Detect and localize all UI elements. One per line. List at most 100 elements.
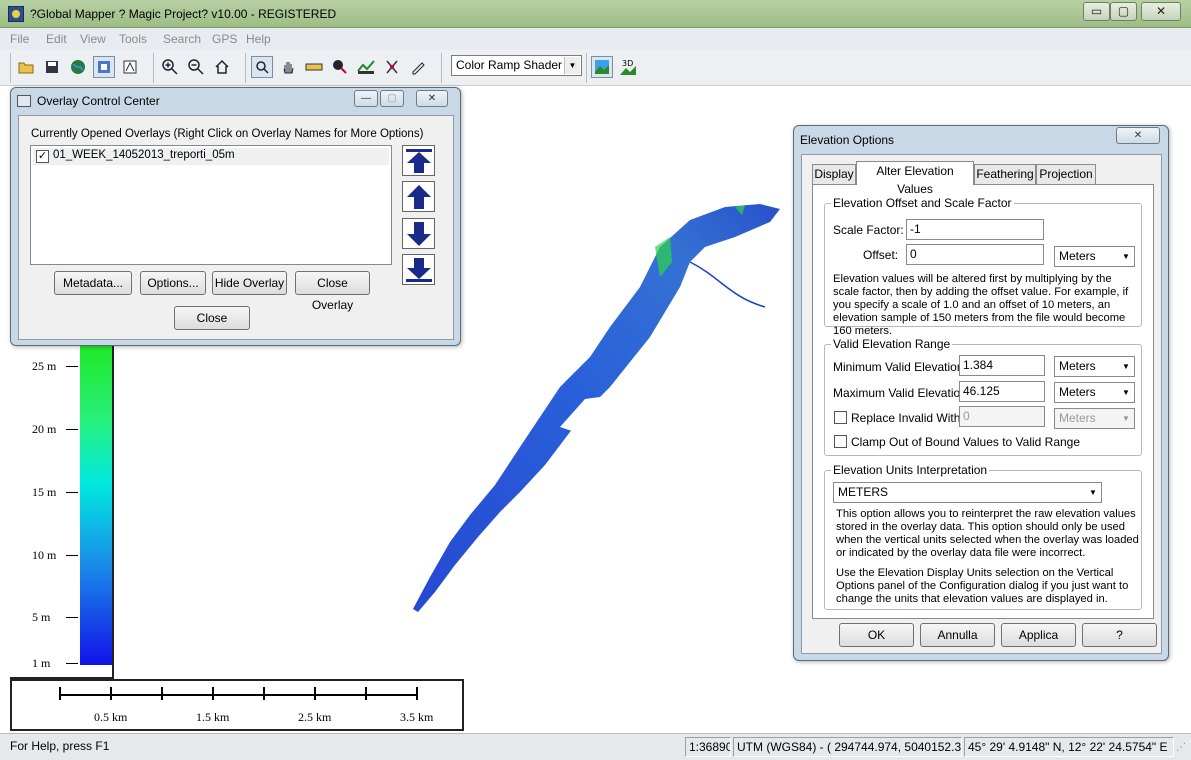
help-button[interactable]: ?: [1082, 623, 1157, 647]
info-tool-icon[interactable]: [329, 56, 351, 78]
toolbar-separator: [153, 53, 154, 83]
menu-view[interactable]: View: [80, 32, 106, 46]
tab-display[interactable]: Display: [812, 164, 856, 184]
toolbar-separator: [10, 53, 11, 83]
ok-button[interactable]: OK: [839, 623, 914, 647]
global-mapper-logo-icon[interactable]: [8, 6, 24, 22]
menu-tools[interactable]: Tools: [119, 32, 147, 46]
shader-settings-icon[interactable]: [591, 56, 613, 78]
overlay-list[interactable]: ✓ 01_WEEK_14052013_treporti_05m: [30, 145, 392, 265]
close-overlay-button[interactable]: Close Overlay: [295, 271, 370, 312]
move-down-icon[interactable]: [402, 218, 435, 249]
overlay-visible-checkbox[interactable]: ✓: [36, 150, 49, 163]
elevation-units-select[interactable]: METERS ▼: [833, 482, 1102, 503]
chevron-down-icon[interactable]: ▼: [1119, 358, 1133, 375]
tab-feathering[interactable]: Feathering: [974, 164, 1036, 184]
home-icon[interactable]: [211, 56, 233, 78]
menu-help[interactable]: Help: [246, 32, 271, 46]
3d-view-icon[interactable]: 3D: [617, 56, 639, 78]
minimize-icon[interactable]: —: [354, 90, 378, 107]
resize-grip-icon[interactable]: ⋰: [1176, 742, 1186, 753]
min-units-select[interactable]: Meters ▼: [1054, 356, 1135, 377]
status-coordinates: UTM (WGS84) - ( 294744.974, 5040152.388 …: [733, 737, 962, 757]
min-elevation-input[interactable]: 1.384: [959, 355, 1045, 376]
elevation-options-body: Display Alter Elevation Values Featherin…: [801, 154, 1162, 654]
pencil-icon[interactable]: [407, 56, 429, 78]
max-units-select[interactable]: Meters ▼: [1054, 382, 1135, 403]
list-item[interactable]: ✓ 01_WEEK_14052013_treporti_05m: [33, 148, 389, 165]
move-up-icon[interactable]: [402, 181, 435, 212]
max-units-value: Meters: [1059, 385, 1096, 399]
save-icon[interactable]: [41, 56, 63, 78]
legend-tick: [66, 555, 78, 556]
menu-gps[interactable]: GPS: [212, 32, 237, 46]
group-title: Valid Elevation Range: [831, 337, 953, 351]
tab-projection[interactable]: Projection: [1036, 164, 1096, 184]
shader-dropdown[interactable]: Color Ramp Shader ▼: [451, 55, 582, 76]
clamp-values-checkbox[interactable]: [834, 435, 847, 448]
status-latlon: 45° 29' 4.9148" N, 12° 22' 24.5754" E: [964, 737, 1174, 757]
chevron-down-icon[interactable]: ▼: [1119, 384, 1133, 401]
group-title: Elevation Offset and Scale Factor: [831, 196, 1014, 210]
offset-scale-group: Elevation Offset and Scale Factor Scale …: [824, 196, 1142, 337]
zoom-in-icon[interactable]: [159, 56, 181, 78]
menu-bar: File Edit View Tools Search GPS Help: [0, 28, 1191, 50]
tab-alter-elevation-values[interactable]: Alter Elevation Values: [856, 161, 974, 196]
options-button[interactable]: Options...: [140, 271, 206, 295]
replace-units-select[interactable]: Meters ▼: [1054, 408, 1135, 429]
globe-icon[interactable]: [67, 56, 89, 78]
menu-search[interactable]: Search: [163, 32, 201, 46]
close-dialog-button[interactable]: Close: [174, 306, 250, 330]
legend-label: 25 m: [32, 359, 57, 373]
close-icon[interactable]: ✕: [416, 90, 448, 107]
offset-units-select[interactable]: Meters ▼: [1054, 246, 1135, 267]
menu-file[interactable]: File: [10, 32, 29, 46]
chevron-down-icon[interactable]: ▼: [564, 57, 580, 74]
max-elevation-input[interactable]: 46.125: [959, 381, 1045, 402]
menu-edit[interactable]: Edit: [46, 32, 67, 46]
zoom-out-icon[interactable]: [185, 56, 207, 78]
replace-invalid-checkbox[interactable]: [834, 411, 847, 424]
3d-label: 3D: [622, 59, 633, 68]
elevation-options-dialog: Elevation Options ✕ Display Alter Elevat…: [793, 125, 1169, 661]
hide-overlay-button[interactable]: Hide Overlay: [212, 271, 287, 295]
open-folder-icon[interactable]: [15, 56, 37, 78]
scale-tick: [110, 687, 112, 700]
overlay-name[interactable]: 01_WEEK_14052013_treporti_05m: [53, 149, 235, 161]
scale-factor-label: Scale Factor:: [833, 223, 904, 237]
legend-label: 20 m: [32, 422, 57, 436]
close-button[interactable]: ✕: [1141, 2, 1181, 21]
minimize-button[interactable]: ▭: [1083, 2, 1110, 21]
config-icon[interactable]: [119, 56, 141, 78]
offset-input[interactable]: 0: [906, 244, 1044, 265]
dialog-icon: [17, 95, 31, 107]
overlay-control-icon[interactable]: [93, 56, 115, 78]
toolbar-separator: [441, 53, 442, 83]
apply-button[interactable]: Applica: [1001, 623, 1076, 647]
chevron-down-icon[interactable]: ▼: [1119, 248, 1133, 265]
move-to-bottom-icon[interactable]: [402, 254, 435, 285]
maximize-button[interactable]: ▢: [1110, 2, 1137, 21]
offset-description: Elevation values will be altered first b…: [833, 273, 1129, 337]
global-mapper-window: ?Global Mapper ? Magic Project? v10.00 -…: [0, 0, 1191, 760]
measure-ruler-icon[interactable]: [303, 56, 325, 78]
metadata-button[interactable]: Metadata...: [54, 271, 132, 295]
legend-label: 1 m: [32, 656, 51, 670]
chevron-down-icon[interactable]: ▼: [1086, 484, 1100, 501]
close-icon[interactable]: ✕: [1116, 127, 1160, 144]
maximize-icon[interactable]: ▢: [380, 90, 404, 107]
overlay-control-body: Currently Opened Overlays (Right Click o…: [18, 115, 454, 340]
replace-invalid-input[interactable]: 0: [959, 406, 1045, 427]
digitizer-icon[interactable]: [381, 56, 403, 78]
max-elevation-label: Maximum Valid Elevation:: [833, 386, 971, 400]
scale-factor-input[interactable]: -1: [906, 219, 1044, 240]
status-bar: For Help, press F1 1:36890 UTM (WGS84) -…: [0, 733, 1191, 760]
zoom-tool-icon[interactable]: [251, 56, 273, 78]
cancel-button[interactable]: Annulla: [920, 623, 995, 647]
chevron-down-icon[interactable]: ▼: [1119, 410, 1133, 427]
scale-tick: [212, 687, 214, 700]
path-profile-icon[interactable]: [355, 56, 377, 78]
pan-hand-icon[interactable]: [277, 56, 299, 78]
title-bar: ?Global Mapper ? Magic Project? v10.00 -…: [0, 0, 1191, 28]
move-to-top-icon[interactable]: [402, 145, 435, 176]
